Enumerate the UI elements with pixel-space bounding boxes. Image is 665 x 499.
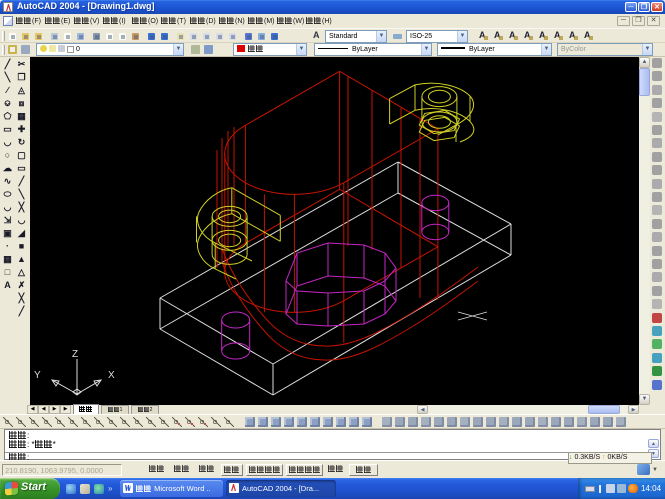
svg-text:X: X xyxy=(108,370,115,381)
svg-text:Z: Z xyxy=(72,349,78,360)
svg-text:Y: Y xyxy=(34,370,41,381)
